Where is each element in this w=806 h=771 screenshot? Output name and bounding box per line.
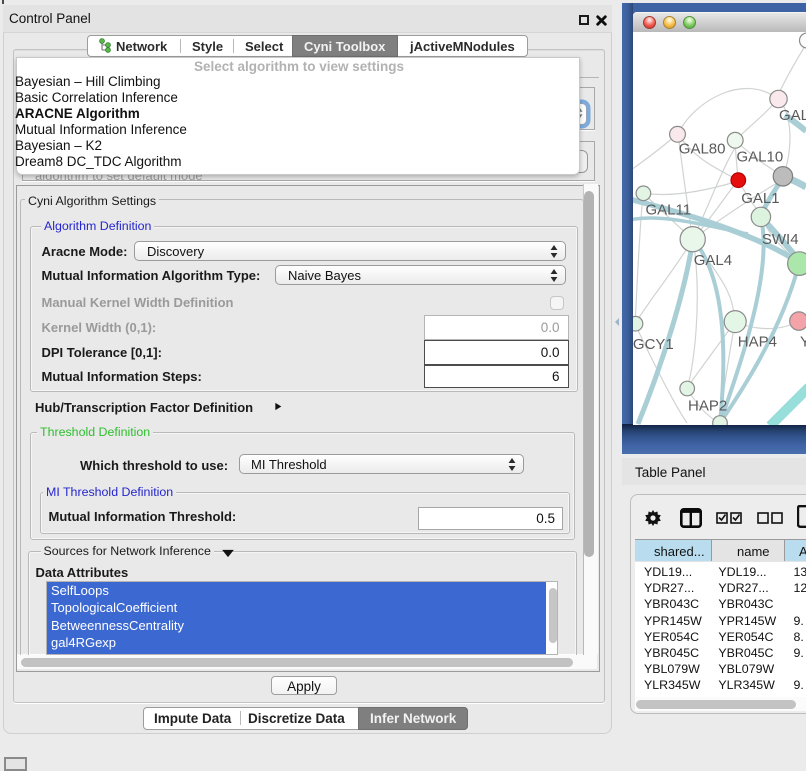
svg-text:HAP2: HAP2 (688, 398, 727, 415)
svg-text:SWI4: SWI4 (762, 231, 799, 248)
svg-text:GCY1: GCY1 (633, 336, 674, 353)
svg-text:GAL: GAL (779, 107, 806, 124)
svg-text:GAL10: GAL10 (737, 149, 784, 166)
svg-text:Y: Y (800, 334, 806, 351)
svg-text:GAL1: GAL1 (741, 190, 779, 207)
svg-text:GAL4: GAL4 (694, 252, 732, 269)
svg-text:GAL11: GAL11 (646, 202, 692, 219)
svg-text:GAL80: GAL80 (679, 141, 726, 158)
svg-text:HAP4: HAP4 (738, 334, 777, 351)
